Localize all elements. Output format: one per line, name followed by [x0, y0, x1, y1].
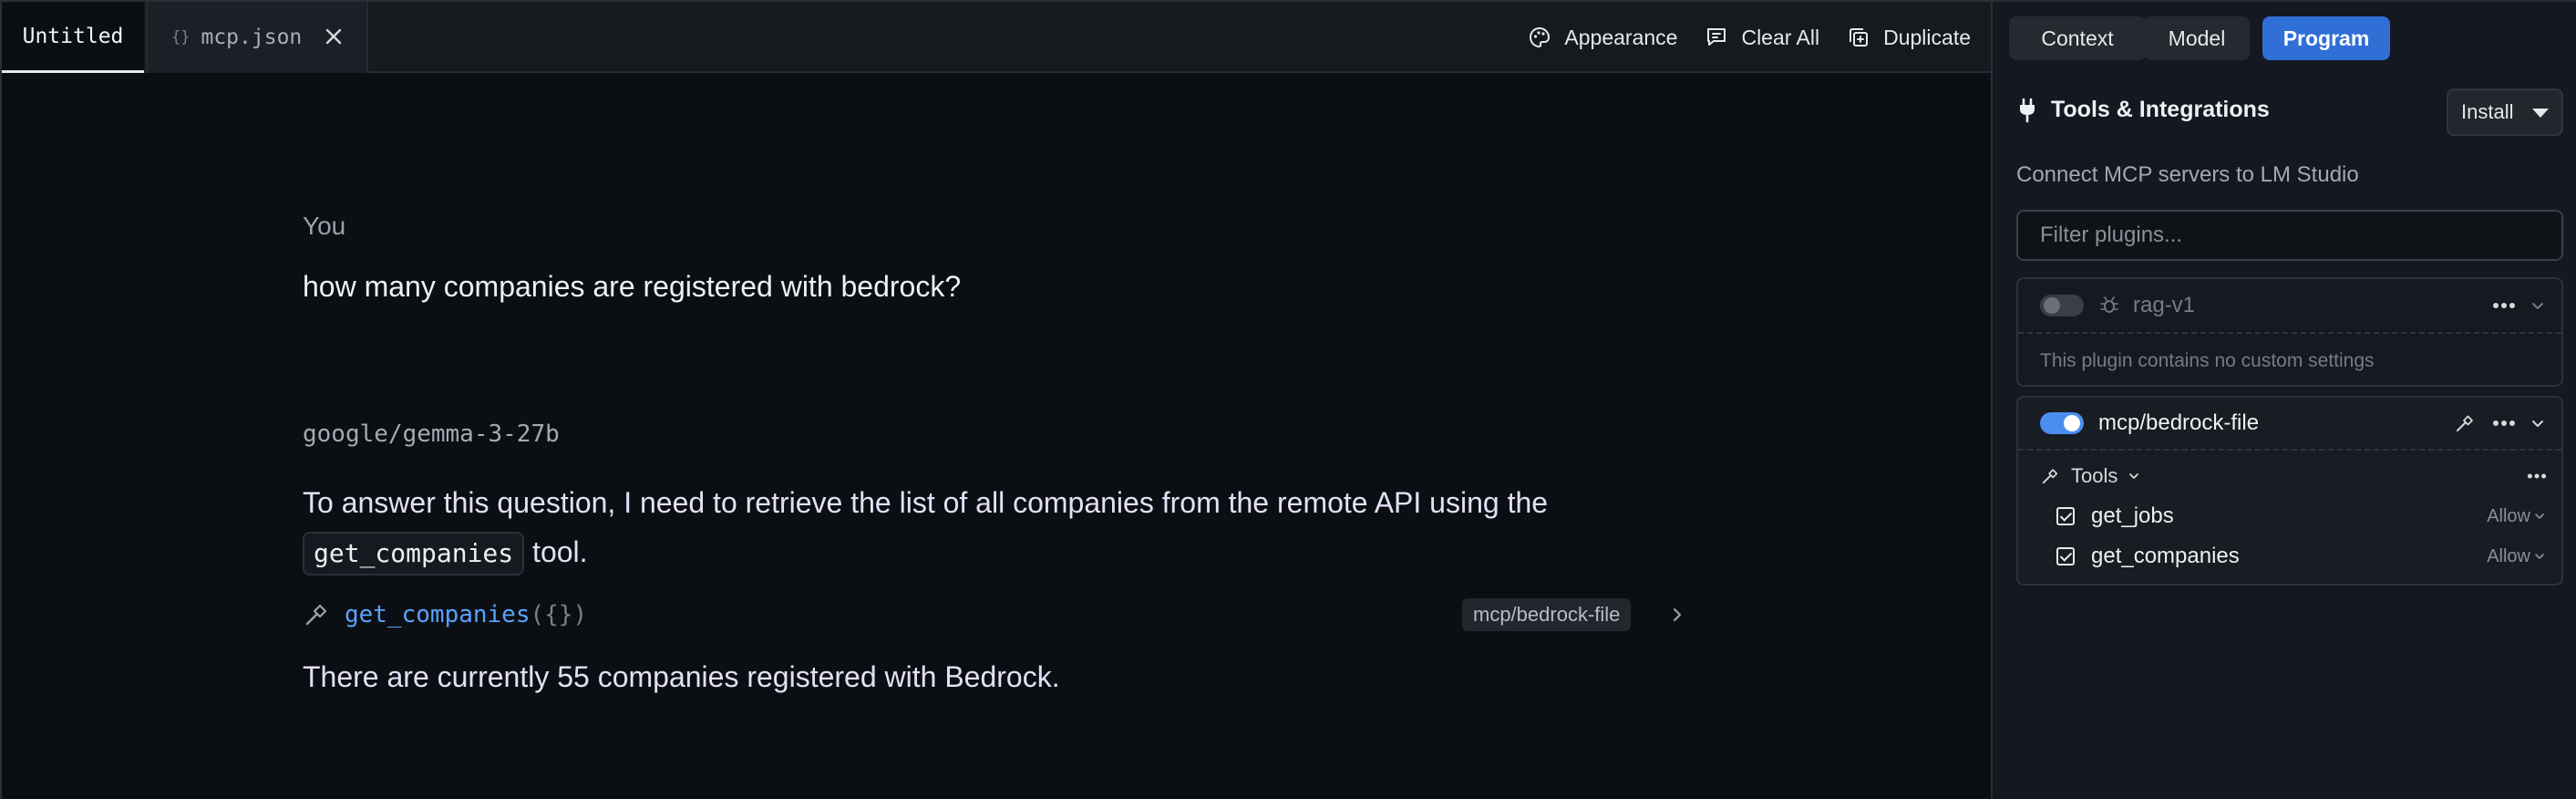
- tools-label: Tools: [2071, 464, 2118, 487]
- assistant-message: To answer this question, I need to retri…: [303, 478, 1670, 576]
- plugin-toggle[interactable]: [2040, 295, 2084, 316]
- clear-all-label: Clear All: [1741, 25, 1820, 49]
- json-file-icon: {}: [171, 28, 191, 47]
- plugin-card-rag-v1: rag-v1 This plugin contains no custom se…: [2016, 277, 2563, 387]
- plugin-card-mcp-bedrock-file: mcp/bedrock-file Tools get_jobs Allow ge…: [2016, 396, 2563, 586]
- tool-checkbox[interactable]: [2056, 547, 2075, 566]
- program-tab[interactable]: Program: [2262, 16, 2390, 60]
- hammer-icon[interactable]: [2454, 412, 2476, 434]
- answer-text-suffix: tool.: [524, 535, 588, 568]
- user-message: how many companies are registered with b…: [303, 270, 962, 303]
- tab-label: Untitled: [22, 24, 124, 48]
- tool-name: get_companies: [2091, 544, 2240, 568]
- right-sidebar: Context Model Program Tools & Integratio…: [1991, 0, 2576, 799]
- assistant-final-message: There are currently 55 companies registe…: [303, 660, 1060, 693]
- bug-icon: [2100, 296, 2118, 313]
- plugin-header: rag-v1: [2018, 279, 2561, 332]
- plugin-name: mcp/bedrock-file: [2098, 410, 2260, 435]
- more-options-icon[interactable]: [2492, 420, 2516, 427]
- divider: [2018, 449, 2561, 451]
- duplicate-icon: [1850, 28, 1869, 47]
- section-header: Tools & Integrations: [2016, 97, 2270, 123]
- duplicate-button[interactable]: Duplicate: [1847, 26, 1971, 50]
- chevron-down-icon[interactable]: [2529, 414, 2547, 432]
- tool-name: get_jobs: [2091, 503, 2174, 528]
- more-options-icon[interactable]: [2527, 472, 2547, 480]
- tools-group-header[interactable]: Tools: [2018, 460, 2561, 493]
- user-role-label: You: [303, 212, 346, 240]
- duplicate-label: Duplicate: [1883, 25, 1971, 49]
- chevron-down-icon[interactable]: [2532, 549, 2547, 564]
- install-dropdown[interactable]: Install: [2447, 88, 2563, 136]
- plugin-note: This plugin contains no custom settings: [2040, 350, 2375, 371]
- more-options-icon[interactable]: [2492, 302, 2516, 309]
- divider: [2018, 332, 2561, 334]
- chevron-right-icon[interactable]: [1666, 604, 1688, 626]
- tool-checkbox[interactable]: [2056, 507, 2075, 525]
- plugin-name: rag-v1: [2133, 293, 2196, 317]
- tool-call-args: ({}): [530, 601, 588, 628]
- section-subtitle: Connect MCP servers to LM Studio: [2016, 162, 2359, 187]
- clear-all-button[interactable]: Clear All: [1705, 26, 1819, 50]
- clear-chat-icon: [1707, 28, 1726, 46]
- tool-permission[interactable]: Allow: [2487, 546, 2530, 567]
- inline-code: get_companies: [303, 532, 525, 576]
- context-tab[interactable]: Context: [2009, 16, 2146, 60]
- hammer-icon: [2042, 469, 2058, 484]
- plugin-toggle[interactable]: [2040, 412, 2084, 434]
- model-name-label: google/gemma-3-27b: [303, 420, 560, 448]
- main-chat-area: Untitled {} mcp.json Appearance Clear Al…: [0, 0, 1993, 799]
- chevron-down-icon: [2129, 473, 2139, 479]
- tool-row: get_companies Allow: [2018, 538, 2561, 575]
- filter-plugins-input[interactable]: [2016, 210, 2563, 261]
- close-icon[interactable]: [321, 24, 346, 49]
- appearance-label: Appearance: [1564, 25, 1678, 49]
- tab-untitled[interactable]: Untitled: [2, 2, 144, 73]
- install-label: Install: [2461, 100, 2514, 123]
- tab-bar: Untitled {} mcp.json Appearance Clear Al…: [2, 2, 1993, 73]
- tool-permission[interactable]: Allow: [2487, 506, 2530, 527]
- answer-text: To answer this question, I need to retri…: [303, 486, 1549, 519]
- caret-down-icon: [2532, 109, 2549, 118]
- chat-toolbar: Appearance Clear All Duplicate: [1528, 2, 1971, 73]
- plug-icon: [2020, 98, 2035, 122]
- appearance-button[interactable]: Appearance: [1528, 26, 1677, 50]
- hammer-icon: [305, 604, 327, 626]
- tool-source-badge: mcp/bedrock-file: [1462, 598, 1632, 631]
- chevron-down-icon[interactable]: [2529, 296, 2547, 315]
- section-title: Tools & Integrations: [2051, 97, 2270, 122]
- plugin-header: mcp/bedrock-file: [2018, 398, 2561, 449]
- tool-call-row[interactable]: get_companies ({}) mcp/bedrock-file: [303, 597, 1688, 633]
- tab-mcp-json[interactable]: {} mcp.json: [146, 2, 368, 73]
- tab-label: mcp.json: [201, 26, 303, 49]
- model-tab[interactable]: Model: [2144, 16, 2250, 60]
- tool-call-function: get_companies: [345, 601, 531, 628]
- palette-icon: [1530, 26, 1551, 48]
- tool-row: get_jobs Allow: [2018, 498, 2561, 534]
- chevron-down-icon[interactable]: [2532, 509, 2547, 524]
